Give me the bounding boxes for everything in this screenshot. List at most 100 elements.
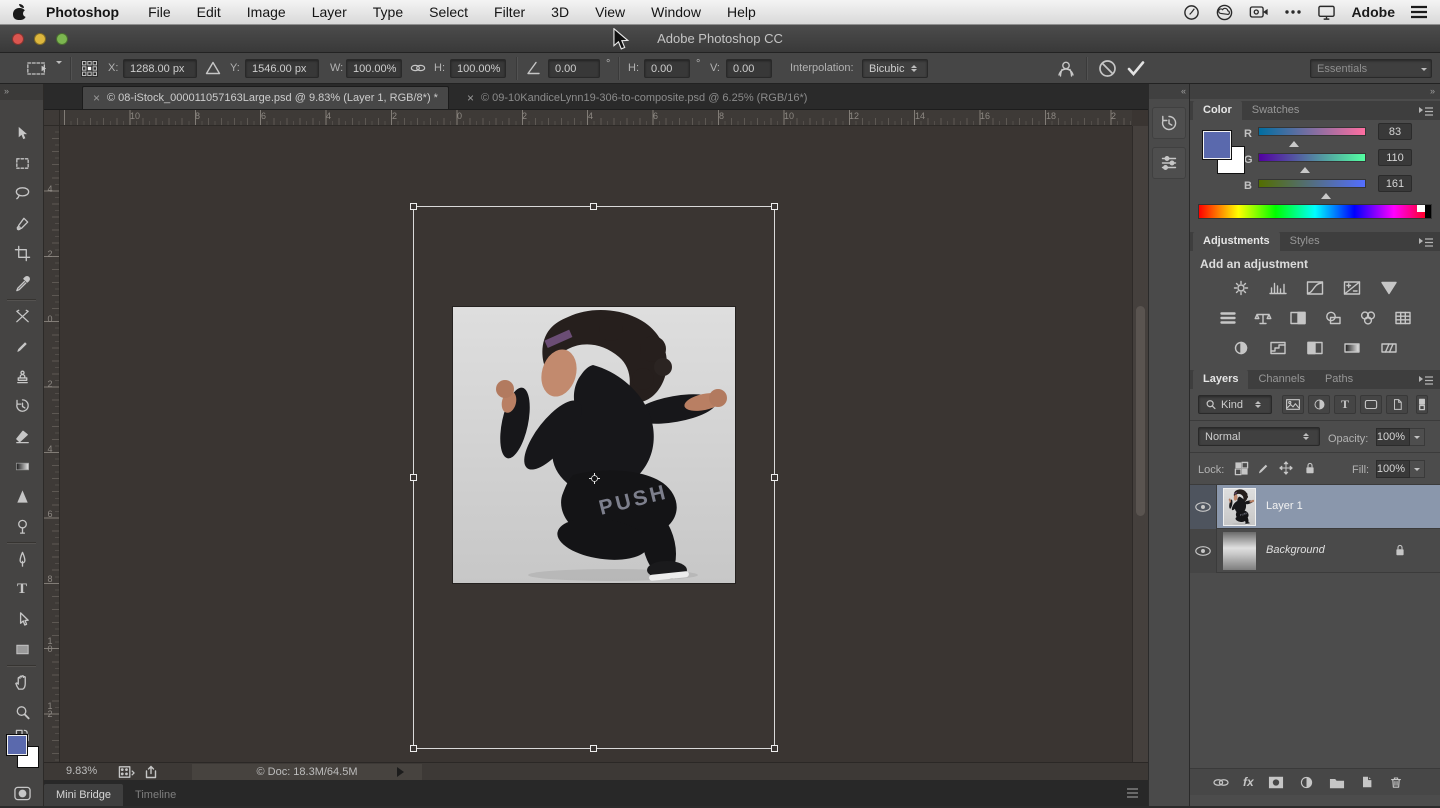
hue-saturation-icon[interactable] [1216,308,1240,328]
properties-panel-icon[interactable] [1152,147,1186,179]
layer-filter-kind-select[interactable]: Kind [1198,395,1272,414]
dial-icon[interactable] [1183,4,1200,21]
expand-panels-control[interactable]: « [1149,84,1189,99]
blue-slider-thumb[interactable] [1321,188,1331,199]
selective-color-icon[interactable] [1377,338,1401,358]
status-menu-arrow-icon[interactable] [396,767,405,777]
hand-tool[interactable] [0,667,44,697]
red-value-field[interactable]: 83 [1378,123,1412,140]
panel-menu-icon[interactable] [1418,106,1434,117]
posterize-icon[interactable] [1266,338,1290,358]
h-skew-field[interactable]: 0.00 [644,59,690,78]
black-white-icon[interactable] [1286,308,1310,328]
brush-tool[interactable] [0,331,44,361]
menu-item-file[interactable]: File [135,0,184,25]
window-title-bar[interactable]: Adobe Photoshop CC [0,25,1440,53]
layer-name[interactable]: Background [1266,544,1325,556]
lock-all-icon[interactable] [1302,460,1318,476]
blend-mode-select[interactable]: Normal [1198,427,1320,446]
spectrum-black-swatch[interactable] [1425,205,1431,218]
display-icon[interactable] [1317,4,1336,21]
transform-handle-bottom-center[interactable] [590,745,597,752]
color-balance-icon[interactable] [1251,308,1275,328]
lock-position-icon[interactable] [1278,460,1294,476]
type-tool[interactable]: T [0,574,44,604]
tab-layers[interactable]: Layers [1193,370,1248,389]
layer-thumbnail[interactable] [1223,532,1256,570]
menu-item-image[interactable]: Image [234,0,299,25]
canvas-viewport[interactable]: PUSH [60,126,1132,762]
close-tab-icon[interactable]: × [93,91,100,105]
green-slider[interactable] [1258,153,1366,162]
transform-handle-bottom-left[interactable] [410,745,417,752]
document-tab-inactive[interactable]: × © 09-10KandiceLynn19-306-to-composite.… [457,86,817,109]
menu-item-filter[interactable]: Filter [481,0,538,25]
tab-channels[interactable]: Channels [1248,370,1314,389]
red-slider[interactable] [1258,127,1366,136]
transform-handle-middle-left[interactable] [410,474,417,481]
tools-panel-expand[interactable]: » [0,84,43,100]
apple-icon[interactable] [12,4,27,21]
foreground-color-swatch[interactable] [6,734,28,756]
menu-item-3d[interactable]: 3D [538,0,582,25]
clone-stamp-tool[interactable] [0,361,44,391]
filter-shape-layers-icon[interactable] [1360,395,1382,414]
layer-row-selected[interactable]: Layer 1 [1190,485,1440,529]
red-slider-thumb[interactable] [1289,136,1299,147]
tab-color[interactable]: Color [1193,101,1242,120]
green-slider-thumb[interactable] [1300,162,1310,173]
tab-timeline[interactable]: Timeline [123,784,188,806]
color-spectrum-ramp[interactable] [1198,204,1432,219]
transform-reference-point[interactable] [589,473,600,484]
threshold-icon[interactable] [1303,338,1327,358]
reference-point-locator[interactable] [80,59,99,78]
document-tab-active[interactable]: × © 08-iStock_000011057163Large.psd @ 9.… [82,86,449,109]
menu-item-view[interactable]: View [582,0,638,25]
tool-preset-dropdown-icon[interactable] [52,53,66,84]
new-group-icon[interactable] [1328,775,1346,790]
transform-handle-bottom-right[interactable] [771,745,778,752]
tab-styles[interactable]: Styles [1280,232,1330,251]
menu-item-select[interactable]: Select [416,0,481,25]
add-adjustment-layer-icon[interactable] [1298,774,1315,791]
blue-value-field[interactable]: 161 [1378,175,1412,192]
transform-handle-top-center[interactable] [590,203,597,210]
crop-tool[interactable] [0,238,44,268]
list-icon[interactable] [1410,5,1428,19]
green-value-field[interactable]: 110 [1378,149,1412,166]
transform-handle-top-left[interactable] [410,203,417,210]
curves-icon[interactable] [1303,278,1327,298]
filter-toggle-icon[interactable] [1416,395,1428,414]
spectrum-white-swatch[interactable] [1417,205,1425,212]
filter-adjustment-layers-icon[interactable] [1308,395,1330,414]
collapse-panels-control[interactable]: » [1190,84,1440,99]
eraser-tool[interactable] [0,421,44,451]
horizontal-ruler[interactable]: 10 8 6 4 2 0 2 4 6 8 10 12 14 16 18 2 [60,110,1132,126]
add-mask-icon[interactable] [1267,775,1285,790]
lock-transparency-icon[interactable] [1234,461,1249,476]
opacity-dropdown-icon[interactable] [1410,428,1425,446]
cancel-transform-icon[interactable] [1098,59,1117,78]
layer-thumbnail[interactable] [1223,488,1256,526]
zoom-level-field[interactable]: 9.83% [66,765,97,777]
color-lookup-icon[interactable] [1391,308,1415,328]
lasso-tool[interactable] [0,178,44,208]
interpolation-select[interactable]: Bicubic [862,59,928,78]
history-panel-icon[interactable] [1152,107,1186,139]
transform-handle-top-right[interactable] [771,203,778,210]
foreground-color-well[interactable] [1202,130,1232,160]
panel-menu-icon[interactable] [1418,375,1434,386]
layer-visibility-toggle[interactable] [1190,529,1217,573]
dodge-tool[interactable] [0,511,44,541]
ellipsis-icon[interactable] [1284,4,1302,20]
rotation-field[interactable]: 0.00 [548,59,600,78]
menu-item-help[interactable]: Help [714,0,769,25]
layer-name[interactable]: Layer 1 [1266,500,1303,512]
opacity-value-field[interactable]: 100% [1376,428,1410,446]
layer-visibility-toggle[interactable] [1190,485,1217,529]
document-info[interactable]: © Doc: 18.3M/64.5M [192,764,422,780]
quick-selection-tool[interactable] [0,208,44,238]
height-field[interactable]: 100.00% [450,59,506,78]
v-skew-field[interactable]: 0.00 [726,59,772,78]
creative-cloud-icon[interactable] [1215,4,1234,21]
